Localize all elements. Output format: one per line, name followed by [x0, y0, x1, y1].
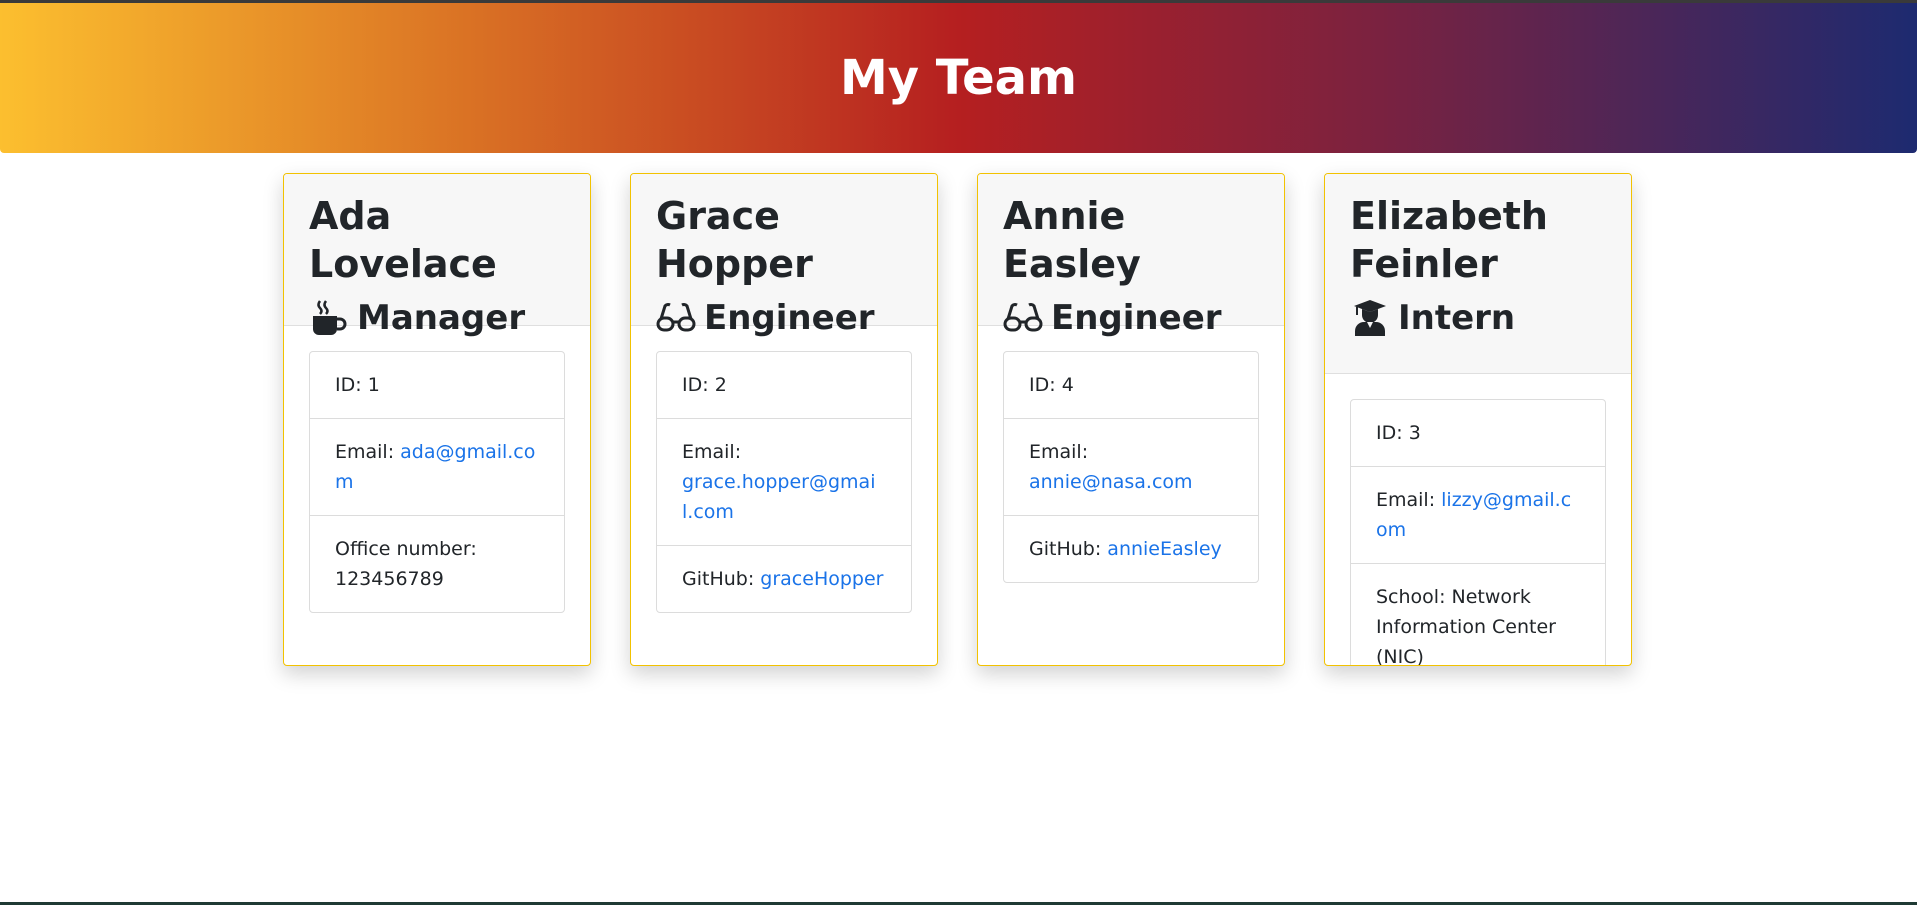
- office-number-item: Office number: 123456789: [310, 516, 564, 612]
- school-label: School:: [1376, 586, 1452, 608]
- github-item: GitHub: annieEasley: [1004, 516, 1258, 582]
- github-link[interactable]: graceHopper: [760, 568, 883, 590]
- office-number-value: 123456789: [335, 568, 444, 590]
- glasses-icon: [1003, 298, 1043, 338]
- card-body: ID: 4 Email: annie@nasa.com GitHub: anni…: [978, 326, 1284, 608]
- card-header: Grace Hopper Engineer: [631, 174, 937, 338]
- info-list: ID: 3 Email: lizzy@gmail.com School: Net…: [1350, 399, 1606, 665]
- card-header: Annie Easley Engineer: [978, 174, 1284, 338]
- email-label: Email:: [682, 441, 742, 463]
- coffee-mug-icon: [309, 298, 349, 338]
- email-item: Email: ada@gmail.com: [310, 419, 564, 516]
- page-title: My Team: [839, 50, 1078, 106]
- email-link[interactable]: grace.hopper@gmail.com: [682, 471, 875, 523]
- id-item: ID: 1: [310, 352, 564, 419]
- employee-role: Engineer: [1003, 296, 1259, 340]
- role-label: Engineer: [704, 298, 875, 338]
- card-body: ID: 1 Email: ada@gmail.com Office number…: [284, 326, 590, 638]
- school-item: School: Network Information Center (NIC): [1351, 564, 1605, 665]
- github-link[interactable]: annieEasley: [1107, 538, 1221, 560]
- office-number-label: Office number:: [335, 538, 477, 560]
- employee-name: Elizabeth Feinler: [1350, 194, 1548, 286]
- employee-card: Annie Easley Engineer ID: 4 Email: annie…: [977, 173, 1285, 666]
- card-header: Elizabeth Feinler Intern: [1325, 174, 1631, 374]
- id-value: 1: [367, 374, 380, 396]
- role-label: Intern: [1398, 298, 1516, 338]
- email-item: Email: annie@nasa.com: [1004, 419, 1258, 516]
- page-header: My Team: [0, 3, 1917, 153]
- employee-name: Annie Easley: [1003, 194, 1141, 286]
- github-item: GitHub: graceHopper: [657, 546, 911, 612]
- info-list: ID: 2 Email: grace.hopper@gmail.com GitH…: [656, 351, 912, 613]
- employee-card: Grace Hopper Engineer ID: 2 Email: grace…: [630, 173, 938, 666]
- id-item: ID: 2: [657, 352, 911, 419]
- email-label: Email:: [1029, 441, 1089, 463]
- employee-role: Intern: [1350, 296, 1606, 340]
- id-value: 2: [714, 374, 727, 396]
- glasses-icon: [656, 298, 696, 338]
- role-label: Manager: [357, 298, 526, 338]
- email-item: Email: lizzy@gmail.com: [1351, 467, 1605, 564]
- graduate-icon: [1350, 298, 1390, 338]
- role-label: Engineer: [1051, 298, 1222, 338]
- id-item: ID: 4: [1004, 352, 1258, 419]
- info-list: ID: 1 Email: ada@gmail.com Office number…: [309, 351, 565, 613]
- card-body: ID: 3 Email: lizzy@gmail.com School: Net…: [1325, 374, 1631, 665]
- card-body: ID: 2 Email: grace.hopper@gmail.com GitH…: [631, 326, 937, 638]
- email-link[interactable]: annie@nasa.com: [1029, 471, 1193, 493]
- id-value: 3: [1408, 422, 1421, 444]
- github-label: GitHub:: [682, 568, 761, 590]
- info-list: ID: 4 Email: annie@nasa.com GitHub: anni…: [1003, 351, 1259, 583]
- id-label: ID:: [1029, 374, 1062, 396]
- employee-card: Elizabeth Feinler Intern ID: 3 Email: li…: [1324, 173, 1632, 666]
- email-label: Email:: [1376, 489, 1442, 511]
- id-value: 4: [1061, 374, 1074, 396]
- id-label: ID:: [682, 374, 715, 396]
- employee-name: Ada Lovelace: [309, 194, 497, 286]
- employee-role: Engineer: [656, 296, 912, 340]
- id-label: ID:: [335, 374, 368, 396]
- employee-name: Grace Hopper: [656, 194, 813, 286]
- id-label: ID:: [1376, 422, 1409, 444]
- id-item: ID: 3: [1351, 400, 1605, 467]
- card-header: Ada Lovelace Manager: [284, 174, 590, 338]
- employee-card: Ada Lovelace Manager ID: 1 Email: ada@gm…: [283, 173, 591, 666]
- github-label: GitHub:: [1029, 538, 1108, 560]
- email-item: Email: grace.hopper@gmail.com: [657, 419, 911, 546]
- email-label: Email:: [335, 441, 401, 463]
